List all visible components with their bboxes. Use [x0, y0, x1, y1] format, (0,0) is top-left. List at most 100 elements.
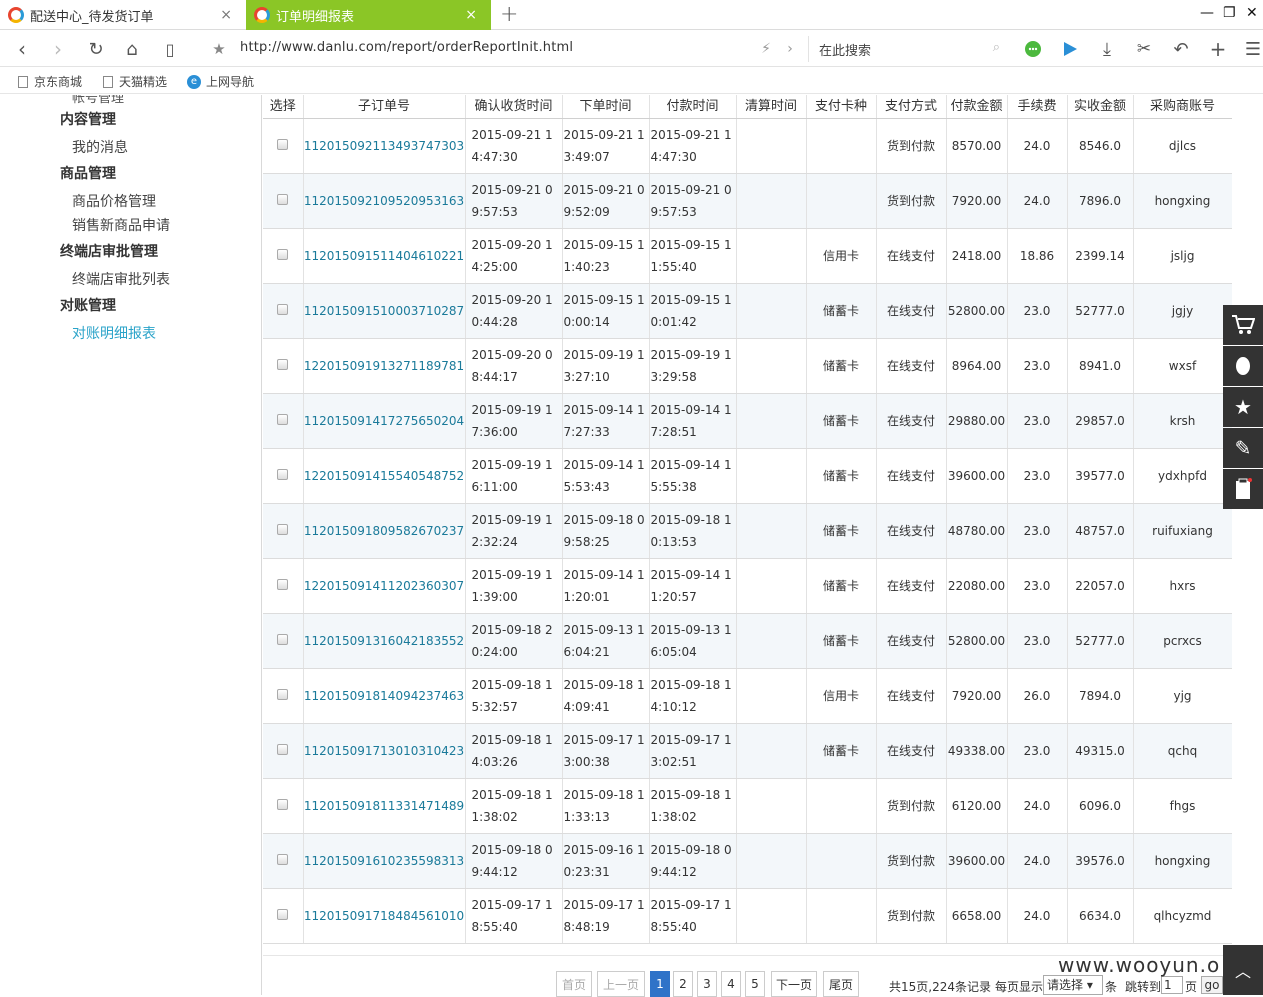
row-checkbox[interactable]	[277, 304, 289, 315]
order-number-link[interactable]: 112015091316042183552	[304, 634, 464, 648]
row-checkbox[interactable]	[277, 194, 289, 205]
chat-icon[interactable]	[1019, 35, 1047, 63]
datetime-cell: 2015-09-21 14:47:30	[465, 118, 563, 174]
datetime-cell: 2015-09-17 13:00:38	[562, 723, 650, 779]
row-checkbox[interactable]	[277, 524, 289, 535]
row-checkbox[interactable]	[277, 579, 289, 590]
back-icon[interactable]: ‹	[8, 35, 36, 63]
bookmark-jd[interactable]: 京东商城	[18, 73, 82, 90]
row-checkbox[interactable]	[277, 249, 289, 260]
page-button-1[interactable]: 1	[650, 971, 670, 997]
row-checkbox[interactable]	[277, 359, 289, 370]
order-number-cell: 112015091417275650204	[303, 393, 466, 449]
row-checkbox[interactable]	[277, 689, 289, 700]
order-number-link[interactable]: 112015091814094237463	[304, 689, 464, 703]
row-checkbox[interactable]	[277, 744, 289, 755]
order-number-cell: 112015091510003710287	[303, 283, 466, 339]
scroll-top-icon[interactable]: ︿	[1223, 945, 1263, 995]
order-number-link[interactable]: 112015092113493747303	[304, 139, 464, 153]
order-number-link[interactable]: 112015091811331471489	[304, 799, 464, 813]
page-button-3[interactable]: 3	[697, 971, 717, 997]
window-close-icon[interactable]: ✕	[1246, 5, 1258, 21]
last-page-button[interactable]: 尾页	[823, 971, 859, 997]
clipboard-icon[interactable]	[1223, 469, 1263, 509]
order-number-link[interactable]: 112015091511404610221	[304, 249, 464, 263]
order-number-link[interactable]: 122015091411202360307	[304, 579, 464, 593]
search-icon[interactable]: ⌕	[993, 40, 1000, 55]
row-checkbox[interactable]	[277, 469, 289, 480]
home-icon[interactable]: ⌂	[118, 35, 146, 63]
go-button[interactable]: go	[1201, 976, 1223, 994]
close-tab-icon[interactable]: ×	[220, 7, 232, 23]
datetime-value: 2015-09-17 13:02:51	[650, 733, 732, 769]
row-checkbox[interactable]	[277, 634, 289, 645]
undo-icon[interactable]: ↶	[1167, 35, 1195, 63]
search-input[interactable]: 在此搜索	[819, 40, 871, 59]
sidebar-group-goods[interactable]: 商品管理	[60, 163, 116, 183]
order-number-cell: 112015091511404610221	[303, 228, 466, 284]
sidebar-item-account[interactable]: 帐号管理	[72, 95, 124, 106]
order-number-link[interactable]: 112015091510003710287	[304, 304, 464, 318]
sidebar-item-new-goods[interactable]: 销售新商品申请	[72, 215, 170, 235]
table-cell: 23.0	[1007, 558, 1068, 614]
first-page-button[interactable]: 首页	[556, 971, 592, 997]
sidebar-item-messages[interactable]: 我的消息	[72, 137, 128, 157]
tab-pending-orders[interactable]: 配送中心_待发货订单 ×	[0, 0, 246, 30]
cart-icon[interactable]	[1223, 305, 1263, 345]
sidebar-group-content[interactable]: 内容管理	[60, 109, 116, 129]
row-checkbox[interactable]	[277, 854, 289, 865]
order-number-link[interactable]: 112015091610235598313	[304, 854, 464, 868]
jump-page-input[interactable]: 1	[1161, 976, 1183, 994]
datetime-cell: 2015-09-15 10:00:14	[562, 283, 650, 339]
minimize-icon[interactable]: —	[1200, 5, 1214, 21]
column-header: 实收金额	[1067, 95, 1134, 119]
order-number-link[interactable]: 112015091809582670237	[304, 524, 464, 538]
page-button-5[interactable]: 5	[745, 971, 765, 997]
prev-page-button[interactable]: 上一页	[597, 971, 645, 997]
jump-label: 跳转到	[1125, 980, 1162, 994]
favorite-star-icon[interactable]: ★	[205, 35, 233, 63]
video-play-icon[interactable]	[1056, 35, 1084, 63]
order-number-cell: 112015092113493747303	[303, 118, 466, 174]
row-checkbox[interactable]	[277, 909, 289, 920]
order-number-link[interactable]: 112015091417275650204	[304, 414, 464, 428]
order-number-link[interactable]: 112015092109520953163	[304, 194, 464, 208]
page-button-2[interactable]: 2	[673, 971, 693, 997]
row-checkbox[interactable]	[277, 799, 289, 810]
chevron-right-icon[interactable]: ›	[776, 35, 804, 63]
forward-icon[interactable]: ›	[44, 35, 72, 63]
pencil-icon[interactable]: ✎	[1223, 428, 1263, 468]
sidebar-group-store-approval[interactable]: 终端店审批管理	[60, 241, 158, 261]
reader-icon[interactable]: ▯	[156, 35, 184, 63]
new-tab-button[interactable]: +	[500, 2, 518, 27]
row-checkbox[interactable]	[277, 414, 289, 425]
menu-icon[interactable]: ☰	[1239, 35, 1263, 63]
download-icon[interactable]: ⤓	[1093, 35, 1121, 63]
tab-order-report[interactable]: 订单明细报表 ×	[246, 0, 491, 30]
order-number-link[interactable]: 122015091913271189781	[304, 359, 464, 373]
sidebar-item-price[interactable]: 商品价格管理	[72, 191, 156, 211]
sidebar-item-reconcile-report[interactable]: 对账明细报表	[72, 323, 156, 343]
page-button-4[interactable]: 4	[721, 971, 741, 997]
sidebar-group-reconcile[interactable]: 对账管理	[60, 295, 116, 315]
reload-icon[interactable]: ↻	[82, 35, 110, 63]
per-page-select[interactable]: 请选择 ▾	[1043, 975, 1103, 995]
bookmark-nav[interactable]: e 上网导航	[187, 73, 254, 90]
order-number-link[interactable]: 122015091415540548752	[304, 469, 464, 483]
datetime-cell: 2015-09-21 09:52:09	[562, 173, 650, 229]
datetime-cell: 2015-09-18 11:38:02	[649, 778, 737, 834]
qq-penguin-icon[interactable]	[1223, 346, 1263, 386]
sidebar-item-store-list[interactable]: 终端店审批列表	[72, 269, 170, 289]
row-checkbox[interactable]	[277, 139, 289, 150]
search-box[interactable]: 在此搜索 ⌕	[808, 36, 1006, 62]
add-icon[interactable]: +	[1204, 35, 1232, 63]
address-bar[interactable]: http://www.danlu.com/report/orderReportI…	[240, 40, 573, 55]
star-icon[interactable]: ★	[1223, 387, 1263, 427]
next-page-button[interactable]: 下一页	[771, 971, 817, 997]
order-number-link[interactable]: 112015091718484561010	[304, 909, 464, 923]
restore-icon[interactable]: ❐	[1223, 5, 1236, 21]
order-number-link[interactable]: 112015091713010310423	[304, 744, 464, 758]
bookmark-tmall[interactable]: 天猫精选	[103, 73, 167, 90]
cut-icon[interactable]: ✂	[1130, 35, 1158, 63]
close-tab-icon[interactable]: ×	[465, 7, 477, 23]
